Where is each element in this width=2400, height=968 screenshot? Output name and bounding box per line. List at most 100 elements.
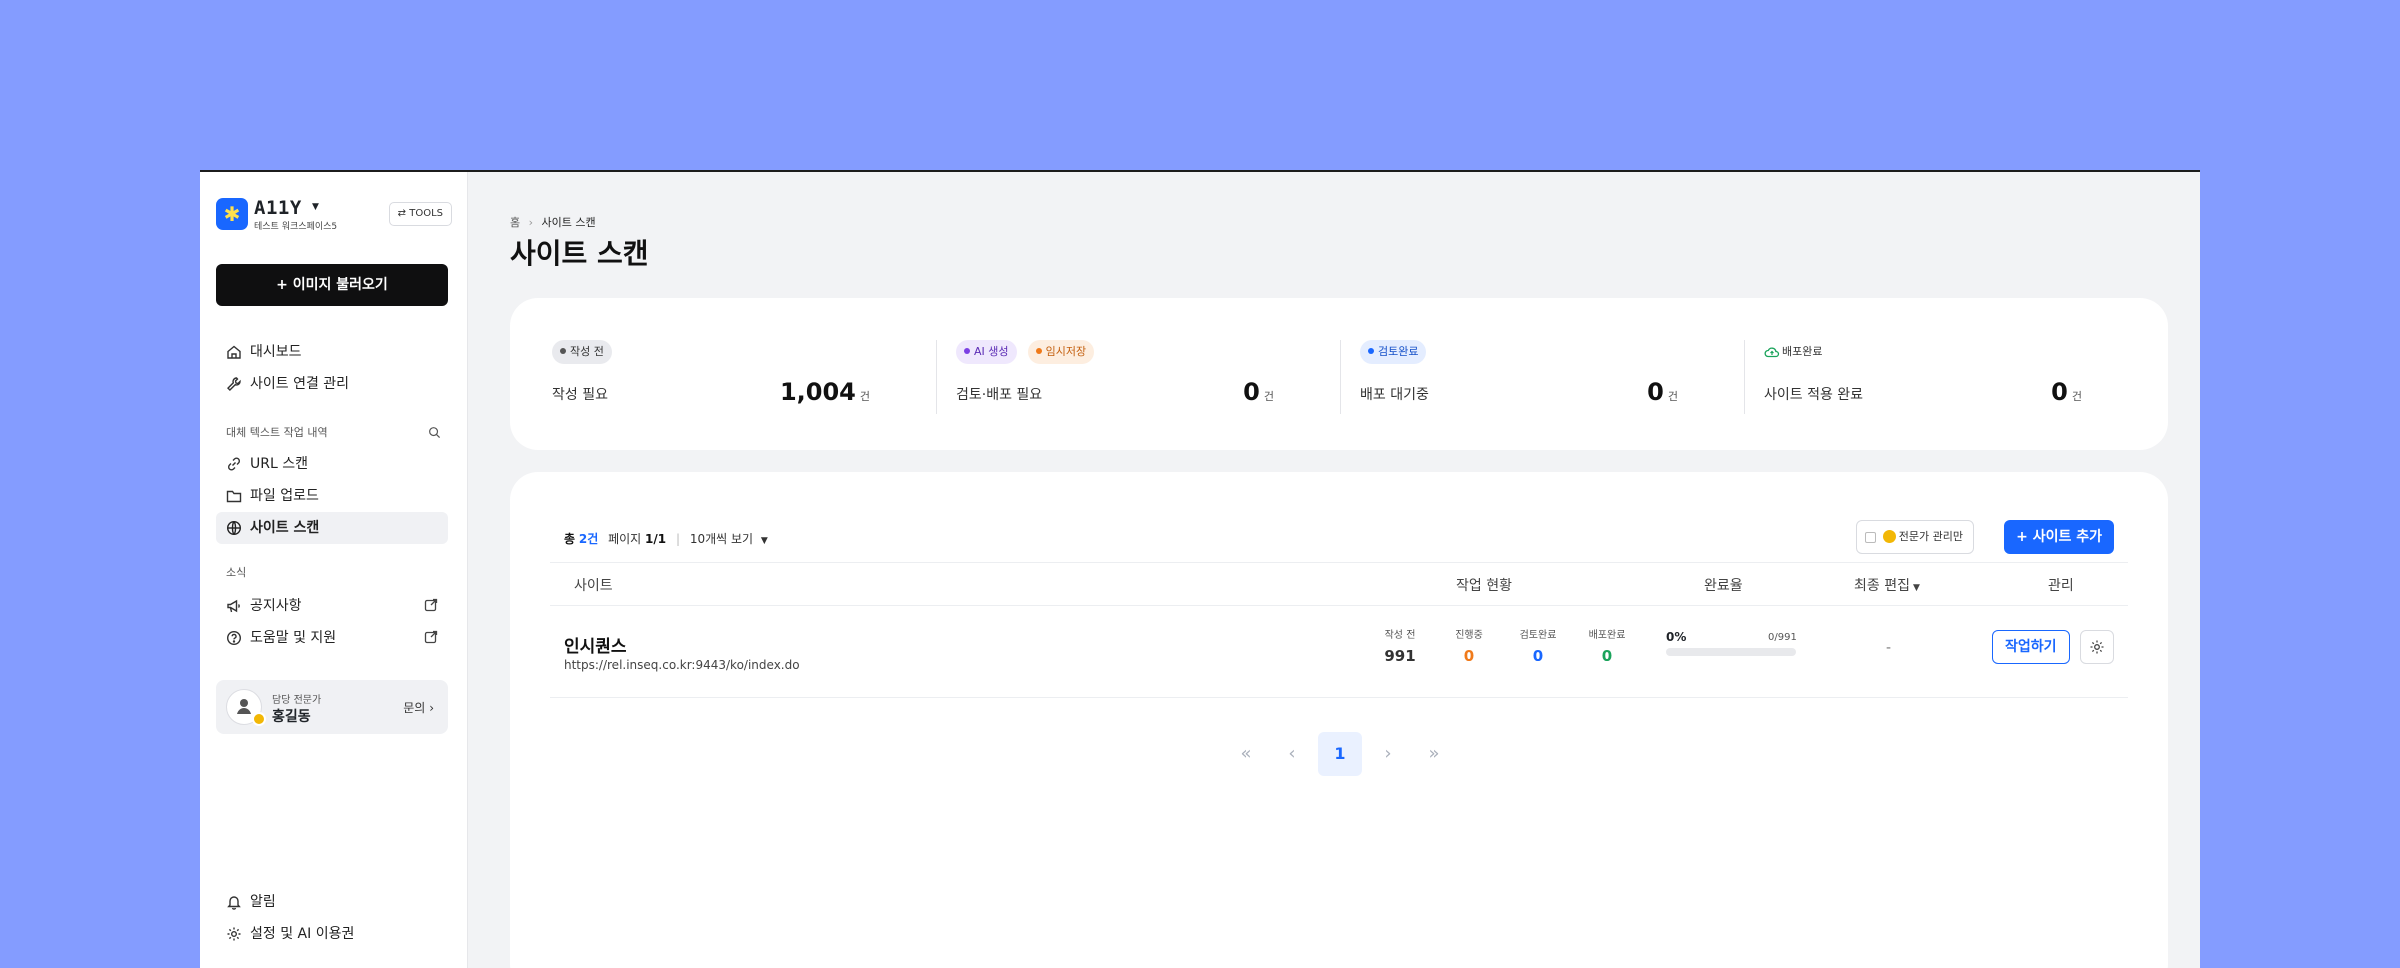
link-icon bbox=[227, 457, 241, 471]
tools-button[interactable]: ⇄ TOOLS bbox=[388, 202, 452, 226]
status-badge: 배포완료 bbox=[1764, 340, 1831, 364]
page-number-current[interactable]: 1 bbox=[1318, 732, 1362, 776]
home-icon bbox=[227, 345, 241, 359]
stat-before-writing: 작성 전 작성 필요 1,004 건 bbox=[510, 298, 890, 450]
start-work-button[interactable]: 작업하기 bbox=[1992, 630, 2070, 664]
stat-value: 1,004 건 bbox=[780, 378, 870, 406]
verified-badge-icon bbox=[1882, 529, 1896, 543]
breadcrumb-home[interactable]: 홈 bbox=[510, 216, 520, 229]
status-value: 0 bbox=[1463, 647, 1475, 665]
stat-unit: 건 bbox=[1667, 390, 1678, 403]
page-count: 1/1 bbox=[645, 532, 667, 546]
import-image-button[interactable]: + 이미지 불러오기 bbox=[216, 264, 448, 306]
status-badge: 작성 전 bbox=[552, 340, 612, 364]
stat-number: 0 bbox=[1647, 378, 1664, 406]
sidebar-item-file-upload[interactable]: 파일 업로드 bbox=[216, 480, 448, 512]
stat-deployed: 배포완료 사이트 적용 완료 0건 bbox=[1722, 298, 2102, 450]
cloud-upload-icon bbox=[1764, 347, 1780, 358]
logo-star-icon: ✱ bbox=[216, 198, 248, 230]
breadcrumb: 홈 › 사이트 스캔 bbox=[510, 214, 596, 230]
status-value: 0 bbox=[1601, 647, 1613, 665]
contact-link[interactable]: 문의 › bbox=[403, 699, 434, 716]
sort-caret-icon: ▼ bbox=[1912, 583, 1920, 593]
column-header-last-edited[interactable]: 최종 편집 ▼ bbox=[1854, 575, 1920, 595]
stat-label: 검토·배포 필요 bbox=[956, 387, 1043, 403]
sidebar-item-site-connection[interactable]: 사이트 연결 관리 bbox=[216, 368, 448, 400]
status-label: 진행중 bbox=[1455, 630, 1483, 641]
site-settings-button[interactable] bbox=[2080, 630, 2114, 664]
add-site-button[interactable]: + 사이트 추가 bbox=[2004, 520, 2114, 554]
stat-number: 0 bbox=[1243, 378, 1260, 406]
sidebar: ✱ A11Y ▼ 테스트 워크스페이스5 ⇄ TOOLS + 이미지 불러오기 … bbox=[200, 172, 468, 968]
status-in-progress: 진행중 0 bbox=[1439, 626, 1499, 665]
sidebar-item-notifications[interactable]: 알림 bbox=[216, 886, 448, 918]
sidebar-item-label: 알림 bbox=[250, 894, 276, 910]
total-count: 2건 bbox=[578, 532, 599, 546]
status-before-writing: 작성 전 991 bbox=[1370, 626, 1430, 665]
sidebar-item-label: URL 스캔 bbox=[250, 456, 308, 472]
gear-icon bbox=[227, 927, 241, 941]
checkbox-box[interactable] bbox=[1864, 532, 1876, 543]
status-dot bbox=[1368, 348, 1374, 354]
sidebar-item-label: 공지사항 bbox=[250, 598, 302, 614]
status-value: 0 bbox=[1532, 647, 1544, 665]
status-badge-label: 검토완료 bbox=[1378, 345, 1419, 358]
column-header-work-status: 작업 현황 bbox=[1456, 578, 1512, 594]
stat-number: 0 bbox=[2051, 378, 2068, 406]
status-badge-label: 작성 전 bbox=[570, 345, 604, 358]
status-label: 배포완료 bbox=[1588, 630, 1626, 641]
sidebar-item-help[interactable]: 도움말 및 지원 bbox=[216, 622, 448, 654]
search-icon[interactable] bbox=[428, 426, 441, 439]
help-icon bbox=[226, 630, 242, 646]
status-badge: AI 생성 bbox=[956, 340, 1017, 364]
sidebar-item-url-scan[interactable]: URL 스캔 bbox=[216, 448, 448, 480]
sidebar-item-dashboard[interactable]: 대시보드 bbox=[216, 336, 448, 368]
chevron-right-icon: › bbox=[429, 701, 434, 715]
app-window: ✱ A11Y ▼ 테스트 워크스페이스5 ⇄ TOOLS + 이미지 불러오기 … bbox=[200, 170, 2200, 968]
sidebar-item-label: 도움말 및 지원 bbox=[250, 630, 337, 646]
contact-label: 문의 bbox=[403, 701, 426, 715]
status-badge: 임시저장 bbox=[1027, 340, 1095, 364]
workspace-name: 테스트 워크스페이스5 bbox=[254, 222, 338, 232]
sidebar-item-label: 파일 업로드 bbox=[250, 488, 319, 504]
first-page-icon[interactable]: « bbox=[1224, 732, 1268, 776]
stat-label: 사이트 적용 완료 bbox=[1764, 387, 1864, 403]
chevron-right-icon: › bbox=[528, 216, 534, 229]
total-label: 총 bbox=[564, 532, 576, 546]
column-header-site: 사이트 bbox=[574, 578, 613, 594]
expert-only-checkbox[interactable]: 전문가 관리만 bbox=[1855, 520, 1974, 554]
per-page-label: 10개씩 보기 bbox=[689, 532, 754, 546]
expert-role: 담당 전문가 bbox=[272, 695, 322, 706]
workspace-switcher[interactable]: ✱ A11Y ▼ 테스트 워크스페이스5 ⇄ TOOLS bbox=[216, 196, 452, 232]
stat-label: 배포 대기중 bbox=[1360, 387, 1429, 403]
list-meta: 총 2건 페이지 1/1 | 10개씩 보기 ▼ bbox=[564, 530, 768, 547]
next-page-icon[interactable]: › bbox=[1366, 732, 1410, 776]
table-row[interactable]: 인시퀀스 https://rel.inseq.co.kr:9443/ko/ind… bbox=[550, 606, 2128, 698]
per-page-select[interactable]: 10개씩 보기 ▼ bbox=[690, 532, 768, 546]
completion-fraction: 0/991 bbox=[1768, 632, 1797, 643]
status-value: 991 bbox=[1384, 647, 1416, 665]
column-header-completion: 완료율 bbox=[1704, 578, 1743, 594]
stat-value: 0건 bbox=[2051, 378, 2082, 406]
section-alt-text-history: 대체 텍스트 작업 내역 bbox=[226, 426, 328, 439]
sidebar-item-label: 설정 및 AI 이용권 bbox=[250, 926, 355, 942]
stat-value: 0건 bbox=[1243, 378, 1274, 406]
last-page-icon[interactable]: » bbox=[1412, 732, 1456, 776]
folder-icon bbox=[226, 490, 242, 503]
stat-value: 0건 bbox=[1647, 378, 1678, 406]
site-list-card: 총 2건 페이지 1/1 | 10개씩 보기 ▼ 전문가 관리만 + 사이트 추… bbox=[510, 472, 2168, 968]
stat-number: 1,004 bbox=[779, 378, 856, 406]
sidebar-item-site-scan[interactable]: 사이트 스캔 bbox=[216, 512, 448, 544]
stat-unit: 건 bbox=[1263, 390, 1274, 403]
site-url: https://rel.inseq.co.kr:9443/ko/index.do bbox=[564, 658, 800, 672]
separator: | bbox=[675, 532, 681, 546]
logo-name: A11Y bbox=[254, 197, 302, 219]
prev-page-icon[interactable]: ‹ bbox=[1270, 732, 1314, 776]
pagination: « ‹ 1 › » bbox=[510, 732, 2168, 776]
sidebar-item-label: 대시보드 bbox=[250, 344, 302, 360]
column-header-label: 최종 편집 bbox=[1854, 578, 1910, 594]
site-name[interactable]: 인시퀀스 bbox=[564, 632, 627, 657]
completion-percent: 0% bbox=[1666, 630, 1687, 644]
sidebar-item-notices[interactable]: 공지사항 bbox=[216, 590, 448, 622]
sidebar-item-settings[interactable]: 설정 및 AI 이용권 bbox=[216, 918, 448, 950]
